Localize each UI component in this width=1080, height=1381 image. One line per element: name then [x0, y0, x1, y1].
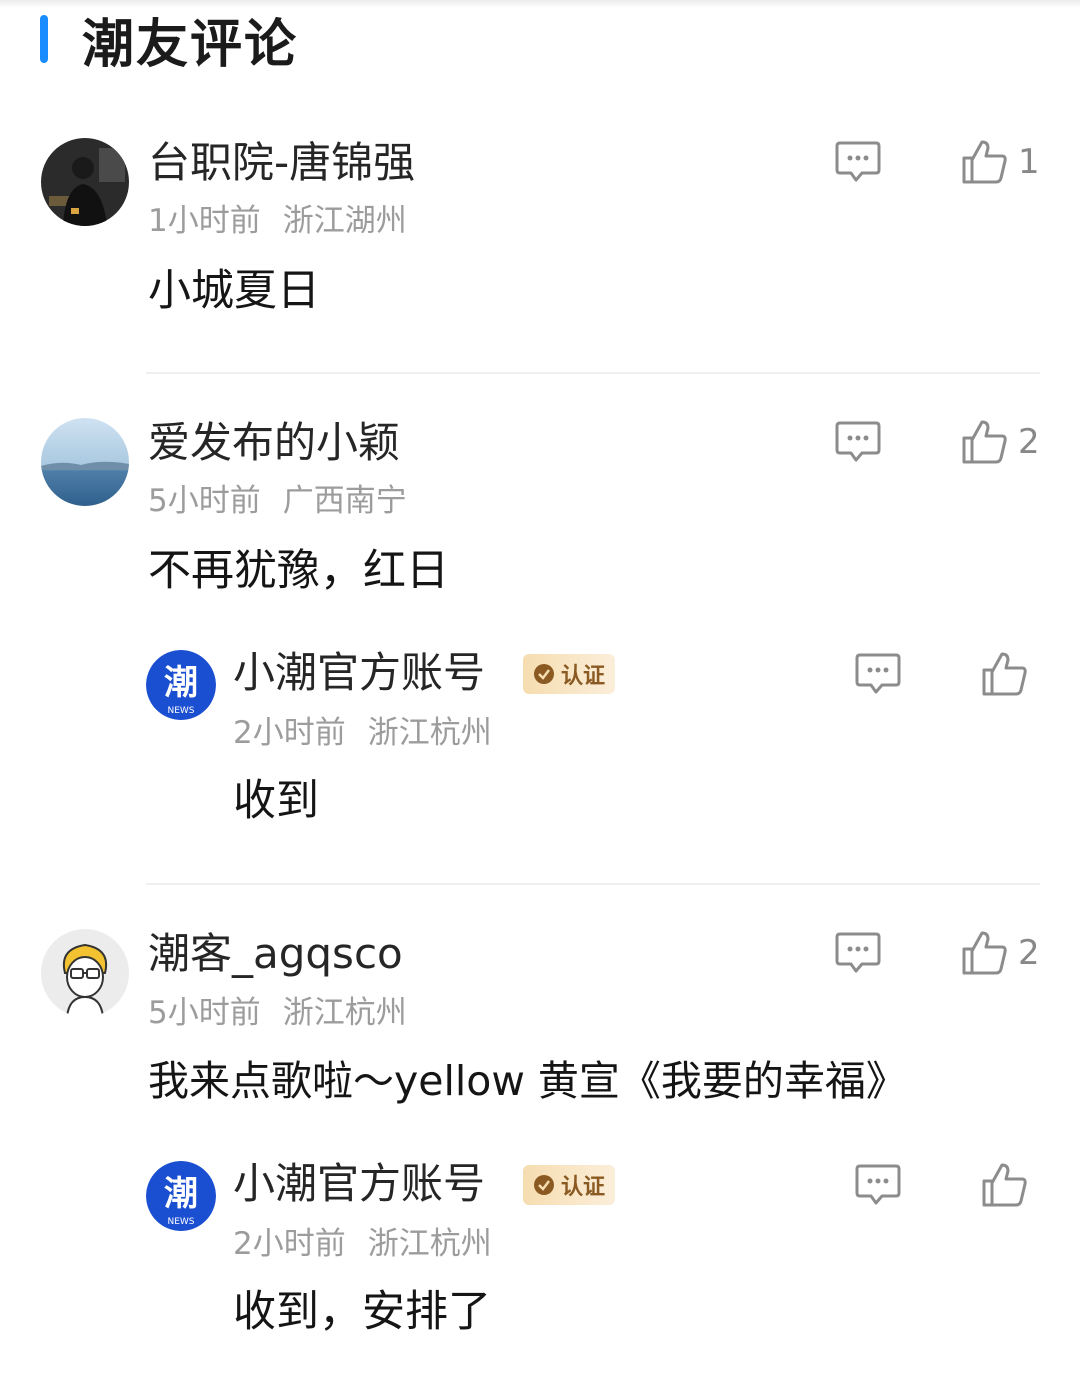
comment-location: 浙江杭州 — [282, 995, 407, 1031]
reply-button[interactable] — [834, 420, 886, 468]
thumbs-up-icon — [962, 931, 1007, 975]
comment-text: 不再犹豫，红日 — [148, 546, 449, 596]
comment-bubble-icon — [835, 932, 881, 973]
comment-text: 我来点歌啦～yellow 黄宣《我要的幸福》 — [148, 1057, 907, 1105]
divider — [146, 372, 1040, 374]
like-button[interactable]: 2 — [960, 927, 1040, 979]
verified-badge: 认证 — [523, 654, 615, 694]
official-avatar[interactable]: 潮 NEWS — [146, 650, 216, 720]
username[interactable]: 爱发布的小颖 — [148, 422, 400, 464]
verified-check-icon — [533, 1175, 554, 1195]
comment-bubble-icon — [835, 141, 881, 182]
thumbs-up-icon — [982, 1163, 1027, 1207]
comment-text: 收到 — [233, 776, 319, 826]
like-count: 2 — [1018, 422, 1040, 462]
username[interactable]: 小潮官方账号 — [233, 652, 485, 694]
badge-label: 认证 — [560, 664, 605, 689]
accent-bar — [40, 15, 48, 63]
like-count: 1 — [1018, 142, 1040, 182]
like-count: 2 — [1018, 933, 1040, 973]
comment-text: 小城夏日 — [148, 266, 320, 316]
user-avatar[interactable] — [41, 929, 129, 1017]
username[interactable]: 小潮官方账号 — [233, 1163, 485, 1205]
comment-location: 浙江湖州 — [282, 203, 407, 239]
reply-button[interactable] — [854, 652, 906, 700]
verified-badge: 认证 — [523, 1165, 615, 1205]
comment-meta: 1小时前 浙江湖州 — [148, 206, 407, 237]
avatar-glyph: 潮 — [164, 1174, 198, 1214]
verified-check-icon — [533, 664, 554, 684]
divider — [146, 883, 1040, 885]
comment-meta: 5小时前 广西南宁 — [148, 486, 407, 517]
comment-location: 浙江杭州 — [367, 1226, 492, 1262]
like-button[interactable]: 2 — [960, 416, 1040, 468]
user-avatar[interactable] — [41, 418, 129, 506]
user-avatar[interactable] — [41, 138, 129, 226]
comment-meta: 2小时前 浙江杭州 — [233, 718, 492, 749]
section-header: 潮友评论 — [40, 4, 299, 75]
badge-label: 认证 — [560, 1175, 605, 1200]
username[interactable]: 台职院-唐锦强 — [148, 142, 415, 184]
reply-button[interactable] — [834, 140, 886, 188]
like-button[interactable] — [980, 648, 1028, 700]
avatar-sub: NEWS — [167, 1217, 194, 1227]
comment-bubble-icon — [835, 421, 881, 462]
avatar-sub: NEWS — [167, 706, 194, 716]
comment-meta: 2小时前 浙江杭州 — [233, 1229, 492, 1260]
thumbs-up-icon — [962, 140, 1007, 184]
official-avatar[interactable]: 潮 NEWS — [146, 1161, 216, 1231]
comment-location: 浙江杭州 — [367, 715, 492, 751]
reply-button[interactable] — [834, 931, 886, 979]
thumbs-up-icon — [962, 420, 1007, 464]
username[interactable]: 潮客_agqsco — [148, 933, 403, 975]
comment-meta: 5小时前 浙江杭州 — [148, 998, 407, 1029]
reply-button[interactable] — [854, 1163, 906, 1211]
comment-text: 收到，安排了 — [233, 1287, 491, 1337]
section-title: 潮友评论 — [82, 14, 299, 75]
comment-time: 1小时前 — [148, 203, 261, 239]
like-button[interactable]: 1 — [960, 136, 1040, 188]
comment-time: 2小时前 — [233, 1226, 346, 1262]
comment-time: 2小时前 — [233, 715, 346, 751]
comment-bubble-icon — [855, 653, 901, 694]
comment-time: 5小时前 — [148, 995, 261, 1031]
thumbs-up-icon — [982, 652, 1027, 696]
like-button[interactable] — [980, 1159, 1028, 1211]
avatar-glyph: 潮 — [164, 663, 198, 703]
comment-time: 5小时前 — [148, 483, 261, 519]
comment-location: 广西南宁 — [282, 483, 407, 519]
comment-bubble-icon — [855, 1164, 901, 1205]
